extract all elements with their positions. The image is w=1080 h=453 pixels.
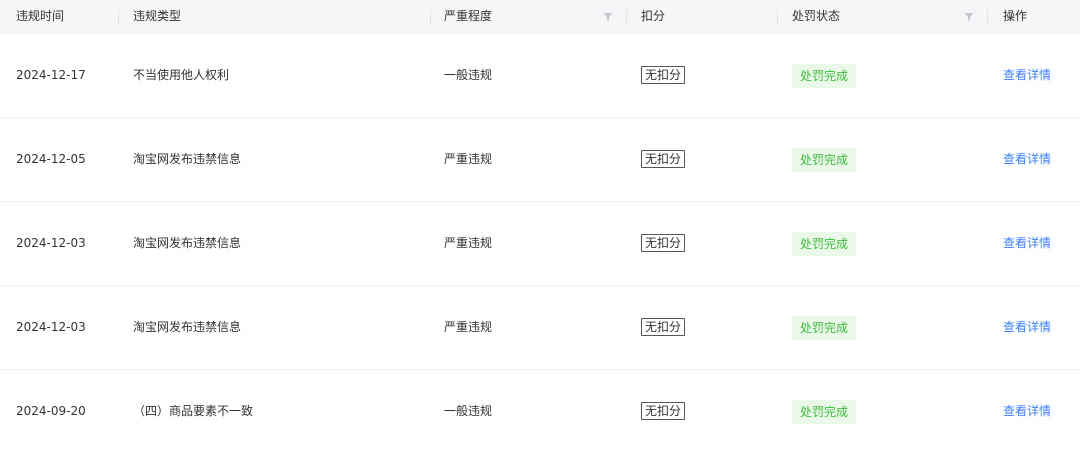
table-row: 2024-12-17 不当使用他人权利 一般违规 无扣分 处罚完成 查看详情 [0, 34, 1080, 118]
violation-table: 违规时间 违规类型 严重程度 扣分 处罚状态 操作 2024-12-17 不当使… [0, 0, 1080, 453]
violation-time: 2024-12-17 [16, 68, 86, 82]
status-filter-icon[interactable] [964, 12, 974, 22]
violation-time: 2024-12-03 [16, 236, 86, 250]
table-row: 2024-12-03 淘宝网发布违禁信息 严重违规 无扣分 处罚完成 查看详情 [0, 202, 1080, 286]
header-violation-type: 违规类型 [133, 9, 182, 23]
violation-type: 不当使用他人权利 [133, 68, 230, 82]
view-details-link[interactable]: 查看详情 [1003, 202, 1051, 285]
deduct-points-tag: 无扣分 [641, 318, 686, 336]
header-action: 操作 [1003, 9, 1028, 23]
deduct-points-tag: 无扣分 [641, 402, 686, 420]
header-divider [777, 9, 778, 25]
severity: 一般违规 [444, 68, 493, 82]
deduct-points-tag: 无扣分 [641, 150, 686, 168]
view-details-link[interactable]: 查看详情 [1003, 286, 1051, 369]
severity: 严重违规 [444, 320, 493, 334]
status-badge: 处罚完成 [792, 64, 857, 88]
status-badge: 处罚完成 [792, 232, 857, 256]
status-badge: 处罚完成 [792, 316, 857, 340]
header-violation-time: 违规时间 [16, 9, 65, 23]
severity: 严重违规 [444, 236, 493, 250]
violation-type: 淘宝网发布违禁信息 [133, 236, 242, 250]
deduct-points-tag: 无扣分 [641, 66, 686, 84]
header-divider [626, 9, 627, 25]
severity: 一般违规 [444, 404, 493, 418]
header-divider [118, 9, 119, 25]
table-header: 违规时间 违规类型 严重程度 扣分 处罚状态 操作 [0, 0, 1080, 34]
header-divider [987, 9, 988, 25]
violation-time: 2024-12-03 [16, 320, 86, 334]
severity-filter-icon[interactable] [603, 12, 613, 22]
violation-type: （四）商品要素不一致 [133, 404, 254, 418]
violation-type: 淘宝网发布违禁信息 [133, 152, 242, 166]
table-row: 2024-12-03 淘宝网发布违禁信息 严重违规 无扣分 处罚完成 查看详情 [0, 286, 1080, 370]
table-row: 2024-09-20 （四）商品要素不一致 一般违规 无扣分 处罚完成 查看详情 [0, 370, 1080, 453]
violation-time: 2024-09-20 [16, 404, 86, 418]
view-details-link[interactable]: 查看详情 [1003, 34, 1051, 117]
header-penalty-status: 处罚状态 [792, 9, 841, 23]
header-deduct-points: 扣分 [641, 9, 666, 23]
header-divider [430, 9, 431, 25]
deduct-points-tag: 无扣分 [641, 234, 686, 252]
status-badge: 处罚完成 [792, 148, 857, 172]
violation-time: 2024-12-05 [16, 152, 86, 166]
violation-type: 淘宝网发布违禁信息 [133, 320, 242, 334]
view-details-link[interactable]: 查看详情 [1003, 118, 1051, 201]
table-row: 2024-12-05 淘宝网发布违禁信息 严重违规 无扣分 处罚完成 查看详情 [0, 118, 1080, 202]
view-details-link[interactable]: 查看详情 [1003, 370, 1051, 453]
status-badge: 处罚完成 [792, 400, 857, 424]
severity: 严重违规 [444, 152, 493, 166]
header-severity: 严重程度 [444, 9, 493, 23]
